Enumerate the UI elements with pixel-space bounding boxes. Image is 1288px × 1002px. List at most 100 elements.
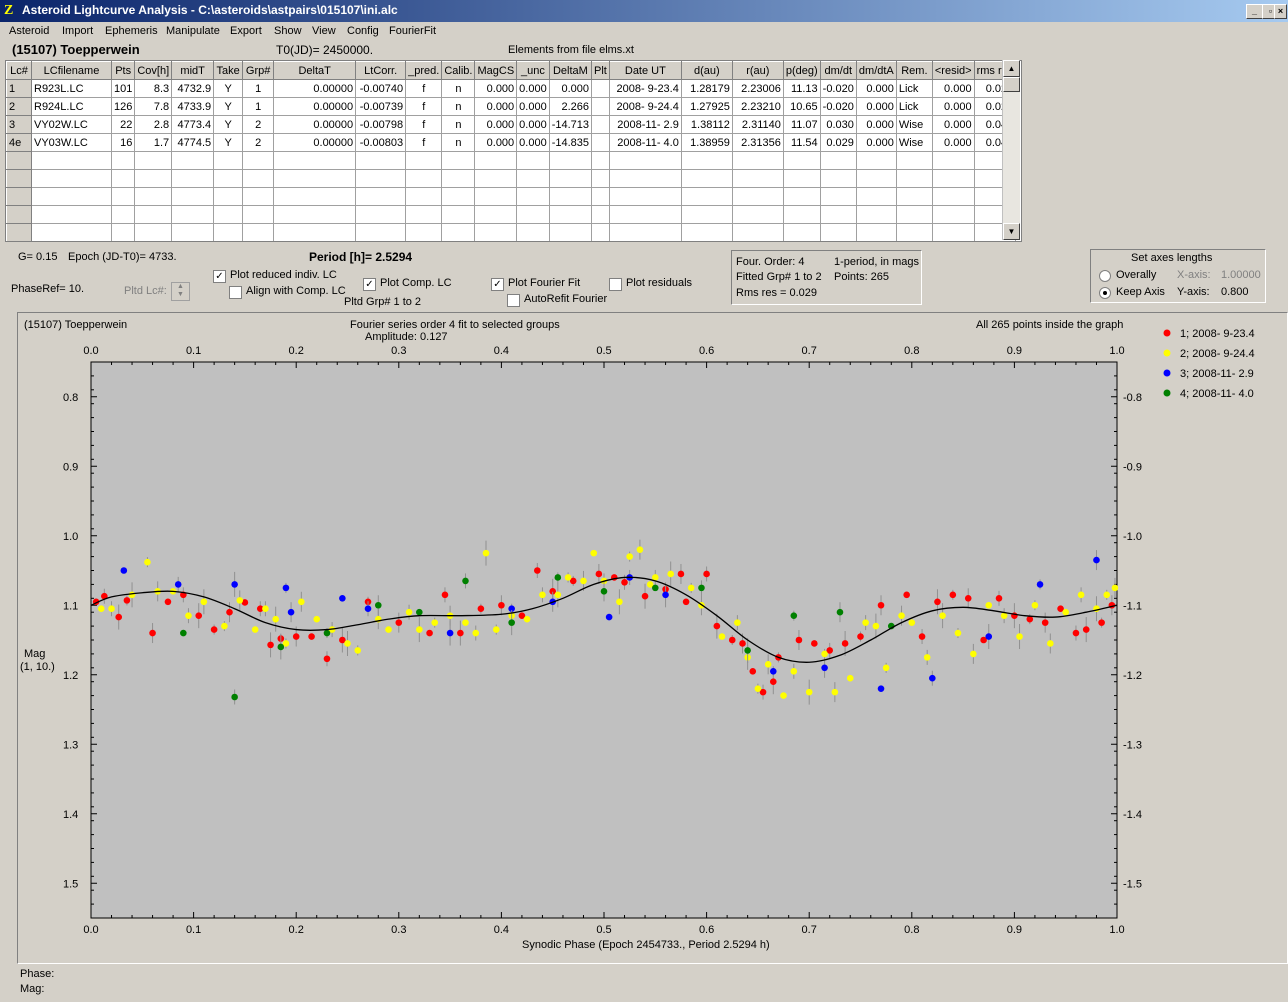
data-point (662, 591, 669, 599)
y-tick-label-right: -1.2 (1123, 670, 1142, 682)
data-point (908, 619, 916, 626)
data-point (600, 588, 608, 595)
y-tick-label: 1.5 (63, 878, 78, 890)
x-tick-label-top: 0.9 (1007, 345, 1022, 357)
x-tick-label: 0.9 (1007, 924, 1022, 936)
data-point (903, 591, 910, 599)
data-point (364, 605, 372, 613)
data-point (872, 622, 880, 630)
data-point (120, 567, 128, 574)
data-point (985, 601, 993, 609)
data-point (97, 605, 105, 613)
data-point (821, 664, 828, 672)
data-point (964, 595, 972, 602)
legend-label: 3; 2008-11- 2.9 (1180, 368, 1254, 380)
legend-label: 4; 2008-11- 4.0 (1180, 388, 1254, 400)
data-point (416, 626, 423, 633)
data-point (636, 546, 644, 553)
data-point (954, 629, 962, 637)
data-point (929, 674, 936, 682)
data-point (918, 633, 926, 640)
data-point (1031, 601, 1039, 609)
data-point (764, 661, 772, 668)
data-point (970, 650, 977, 658)
data-point (939, 612, 946, 619)
y-tick-label-right: -1.1 (1123, 600, 1142, 612)
data-point (262, 605, 269, 613)
data-point (1036, 581, 1044, 588)
y-tick-label: 1.3 (63, 739, 78, 751)
data-point (995, 595, 1003, 602)
data-point (441, 591, 449, 599)
data-point (128, 591, 136, 599)
data-point (949, 591, 957, 599)
data-point (446, 629, 454, 637)
data-point (934, 598, 941, 606)
data-point (857, 633, 864, 640)
data-point (831, 688, 839, 696)
data-point (728, 636, 736, 644)
x-tick-label-top: 0.3 (391, 345, 406, 357)
x-tick-label: 0.3 (391, 924, 406, 936)
data-point (713, 622, 721, 630)
legend-marker (1163, 369, 1171, 377)
data-point (882, 664, 890, 672)
data-point (821, 650, 828, 658)
data-point (836, 608, 844, 616)
y-tick-label: 1.1 (63, 600, 78, 612)
data-point (185, 612, 192, 619)
x-tick-label: 0.2 (289, 924, 304, 936)
data-point (221, 622, 228, 630)
y-tick-label-right: -1.3 (1123, 739, 1142, 751)
data-point (698, 584, 705, 592)
x-tick-label: 0.8 (904, 924, 919, 936)
x-tick-label-top: 0.1 (186, 345, 201, 357)
data-point (457, 629, 464, 637)
data-point (749, 667, 757, 675)
y-tick-label: 1.0 (63, 531, 78, 543)
data-point (508, 619, 515, 626)
data-point (431, 619, 439, 626)
chart-subtitle: Fourier series order 4 fit to selected g… (350, 319, 560, 331)
data-point (405, 608, 413, 616)
data-point (805, 688, 813, 696)
data-point (523, 615, 531, 623)
data-point (374, 601, 382, 609)
data-point (123, 597, 131, 604)
data-point (416, 608, 423, 616)
data-point (426, 629, 433, 637)
y-tick-label: 1.2 (63, 670, 78, 682)
data-point (790, 612, 798, 619)
data-point (564, 574, 572, 581)
data-point (1047, 640, 1054, 647)
data-point (811, 640, 818, 647)
x-tick-label-top: 0.5 (596, 345, 611, 357)
x-tick-label-top: 0.8 (904, 345, 919, 357)
x-tick-label: 0.5 (596, 924, 611, 936)
data-point (462, 619, 469, 626)
data-point (298, 598, 305, 606)
data-point (1098, 619, 1105, 626)
data-point (718, 633, 726, 640)
data-point (277, 643, 285, 651)
data-point (1072, 629, 1080, 637)
legend-marker (1163, 389, 1171, 397)
data-point (626, 553, 633, 560)
data-point (1082, 626, 1090, 633)
data-point (769, 678, 777, 685)
data-point (282, 584, 290, 592)
data-point (236, 597, 244, 604)
data-point (472, 629, 480, 637)
data-point (898, 612, 905, 619)
data-point (164, 598, 172, 606)
lightcurve-plot[interactable]: 0.0 0.0 0.1 0.1 0.2 0.2 0.3 0.3 0.4 0.4 0.5 0.5 0.6 0… (0, 0, 1288, 1002)
data-point (149, 629, 156, 637)
data-point (780, 692, 787, 699)
status-phase: Phase: (20, 968, 55, 980)
data-point (354, 647, 362, 654)
data-point (580, 577, 587, 585)
legend-label: 1; 2008- 9-23.4 (1180, 328, 1255, 340)
x-tick-label-top: 0.4 (494, 345, 509, 357)
data-point (108, 605, 115, 613)
data-point (1093, 556, 1100, 564)
